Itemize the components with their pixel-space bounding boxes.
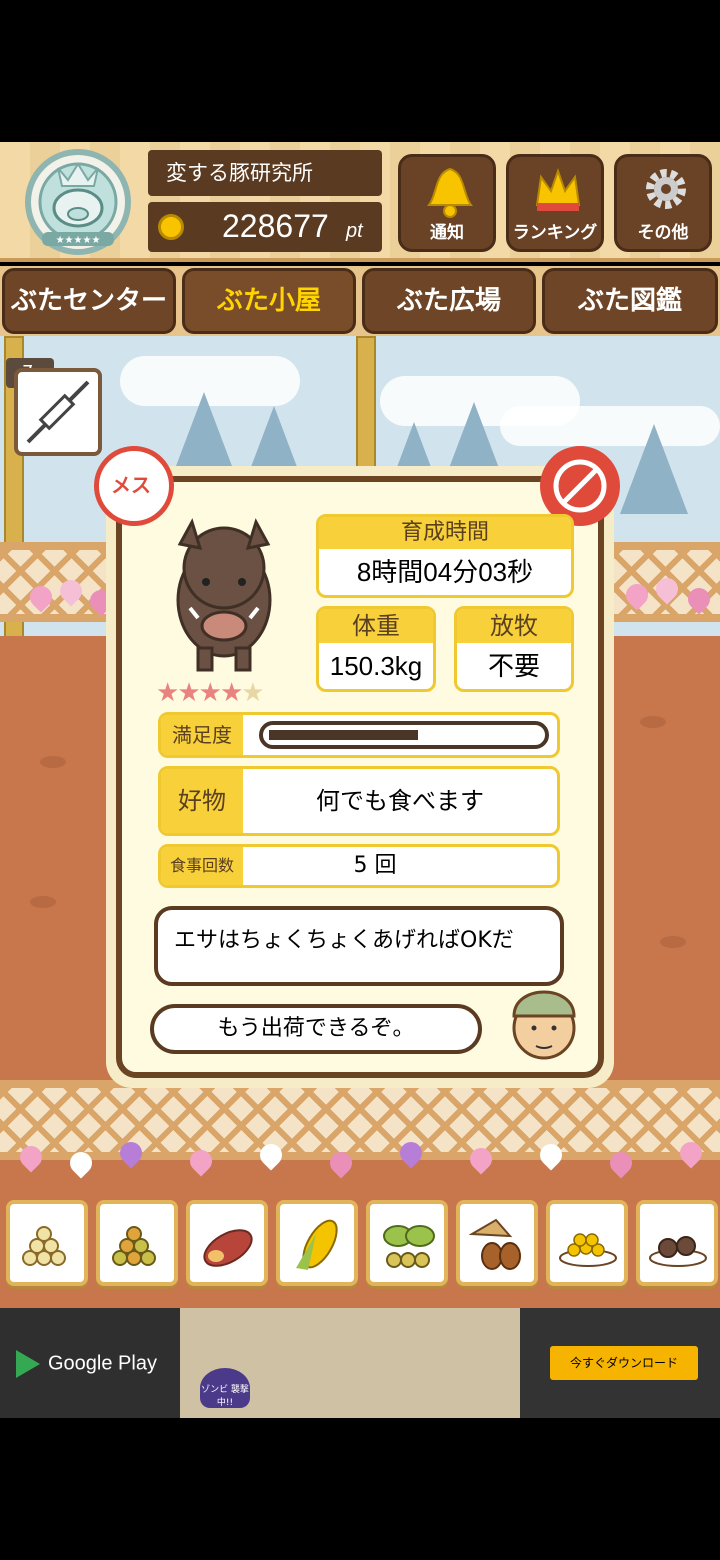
syringe-icon — [26, 380, 90, 444]
points-unit: pt — [346, 220, 363, 242]
star-filled: ★ — [219, 678, 243, 708]
tab-buta-center[interactable]: ぶたセンター — [2, 268, 176, 334]
greens-icon — [383, 1225, 435, 1268]
dialog-bubble-1: エサはちょくちょくあげればOKだ — [154, 906, 564, 986]
ranking-label: ランキング — [512, 223, 598, 243]
meat-dish-icon — [649, 1236, 707, 1267]
rank-emblem-icon[interactable]: ★★★★★ — [18, 148, 138, 256]
ad-download-button[interactable]: 今すぐダウンロード — [550, 1346, 698, 1380]
food-slot-grain-mixed[interactable] — [96, 1200, 178, 1286]
female-badge: メス — [94, 446, 174, 526]
farmer-face-icon — [512, 990, 576, 1060]
mixed-grain-icon — [112, 1226, 156, 1266]
grain-pile-icon — [22, 1226, 66, 1266]
grazing-box: 放牧 不要 — [454, 606, 574, 692]
tab-buta-koya[interactable]: ぶた小屋 — [182, 268, 356, 334]
satisfaction-label: 満足度 — [161, 715, 243, 755]
grain-dish-icon — [559, 1233, 617, 1267]
svg-text:★★★★★: ★★★★★ — [56, 235, 101, 246]
grazing-label: 放牧 — [457, 609, 571, 643]
notify-button[interactable]: 通知 — [398, 154, 496, 252]
points-value: 228677 — [222, 208, 329, 244]
points-display: 228677 pt — [148, 202, 382, 252]
food-slot-greens[interactable] — [366, 1200, 448, 1286]
syringe-item-button[interactable] — [14, 368, 102, 456]
weight-box: 体重 150.3kg — [316, 606, 436, 692]
other-label: その他 — [637, 223, 689, 243]
favorite-value: 何でも食べます — [316, 787, 484, 815]
food-slot-meat-dish[interactable] — [636, 1200, 718, 1286]
star-filled: ★ — [177, 678, 200, 708]
food-slot-corn[interactable] — [276, 1200, 358, 1286]
google-play-text: Google Play — [48, 1352, 157, 1375]
other-button[interactable]: その他 — [614, 154, 712, 252]
notify-label: 通知 — [430, 223, 464, 243]
satisfaction-row: 満足度 — [158, 712, 560, 758]
food-slot-grain-dish[interactable] — [546, 1200, 628, 1286]
tree — [620, 424, 688, 514]
star-empty: ★ — [241, 678, 264, 708]
ad-zombie-badge: ゾンビ 襲撃中!! — [200, 1368, 250, 1408]
favorite-row: 好物 何でも食べます — [158, 766, 560, 836]
growth-time-value: 8時間04分03秒 — [356, 557, 534, 587]
weight-label: 体重 — [319, 609, 433, 643]
weight-value: 150.3kg — [329, 651, 423, 681]
app-screen: ★★★★★ 変する豚研究所 228677 pt 通知 ランキング その他 ぶたセ… — [0, 0, 720, 1560]
meal-count-value: 5 回 — [353, 853, 397, 878]
ad-banner[interactable]: Google Play ゾンビ 襲撃中!! 今すぐダウンロード — [0, 1308, 720, 1418]
satisfaction-bar-fill — [269, 730, 418, 740]
satisfaction-bar — [259, 721, 549, 749]
gender-label: メス — [111, 473, 151, 497]
tab-buta-zukan[interactable]: ぶた図鑑 — [542, 268, 718, 334]
coin-icon — [158, 214, 184, 240]
grazing-value: 不要 — [487, 651, 540, 681]
star-filled: ★ — [156, 678, 179, 708]
star-filled: ★ — [198, 678, 222, 708]
dialog-bubble-2: もう出荷できるぞ。 — [150, 1004, 482, 1054]
food-slot-grain-white[interactable] — [6, 1200, 88, 1286]
sweet-potato-icon — [203, 1229, 253, 1267]
front-flowers — [0, 1136, 720, 1196]
meal-count-row: 食事回数 5 回 — [158, 844, 560, 888]
tab-bar: ぶたセンター ぶた小屋 ぶた広場 ぶた図鑑 — [0, 266, 720, 336]
favorite-label: 好物 — [161, 769, 243, 833]
food-slot-acorns[interactable] — [456, 1200, 538, 1286]
food-slot-sweet-potato[interactable] — [186, 1200, 268, 1286]
growth-time-label: 育成時間 — [319, 517, 571, 549]
rarity-stars: ★★★★★ — [156, 678, 265, 708]
boar-pig-image — [176, 518, 272, 672]
bell-icon — [426, 167, 474, 218]
lab-name: 変する豚研究所 — [148, 150, 382, 196]
tab-buta-hiroba[interactable]: ぶた広場 — [362, 268, 536, 334]
gear-icon — [646, 169, 686, 209]
growth-time-box: 育成時間 8時間04分03秒 — [316, 514, 574, 598]
corn-icon — [296, 1219, 338, 1270]
google-play-logo: Google Play — [16, 1350, 157, 1378]
acorn-icon — [468, 1218, 521, 1270]
meal-count-label: 食事回数 — [161, 847, 243, 885]
food-bar — [0, 1196, 720, 1290]
ranking-button[interactable]: ランキング — [506, 154, 604, 252]
top-header: ★★★★★ 変する豚研究所 228677 pt 通知 ランキング その他 — [0, 142, 720, 262]
crown-icon — [535, 167, 581, 211]
play-store-icon — [16, 1350, 40, 1378]
